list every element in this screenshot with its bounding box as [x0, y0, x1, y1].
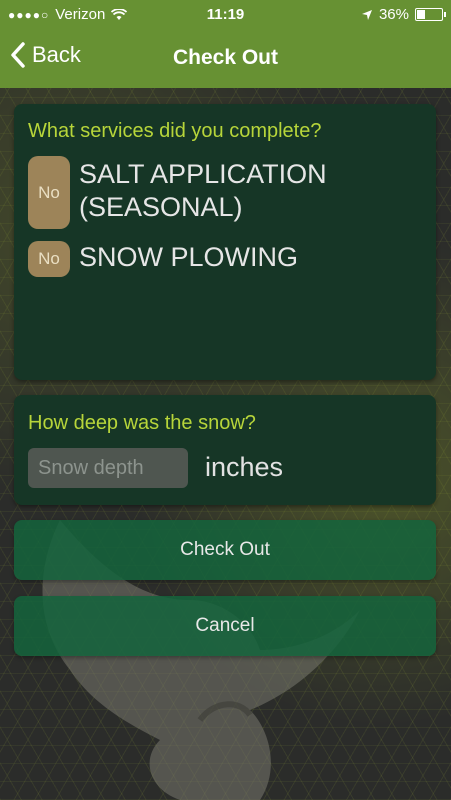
- service-row-salt: No SALT APPLICATION (SEASONAL): [28, 156, 399, 229]
- snow-plowing-toggle[interactable]: No: [28, 241, 70, 277]
- snow-depth-card: How deep was the snow? inches: [14, 395, 436, 505]
- service-row-plowing: No SNOW PLOWING: [28, 241, 399, 277]
- status-bar: ●●●●○ Verizon 11:19 36%: [0, 0, 451, 30]
- snow-depth-question: How deep was the snow?: [28, 412, 256, 434]
- navigation-bar: Back Check Out: [0, 30, 451, 88]
- salt-application-toggle[interactable]: No: [28, 156, 70, 229]
- check-out-button[interactable]: Check Out: [14, 520, 436, 580]
- battery-icon: [415, 8, 446, 21]
- snow-depth-input[interactable]: [28, 448, 188, 488]
- services-card: What services did you complete? No SALT …: [14, 104, 436, 380]
- service-label-plowing: SNOW PLOWING: [79, 242, 299, 272]
- snow-depth-unit: inches: [205, 452, 284, 482]
- cancel-button[interactable]: Cancel: [14, 596, 436, 656]
- service-label-salt: SALT APPLICATION (SEASONAL): [79, 159, 327, 222]
- location-arrow-icon: [361, 9, 372, 20]
- battery-percent: 36%: [378, 6, 409, 23]
- services-question: What services did you complete?: [28, 120, 322, 142]
- page-title: Check Out: [172, 46, 279, 69]
